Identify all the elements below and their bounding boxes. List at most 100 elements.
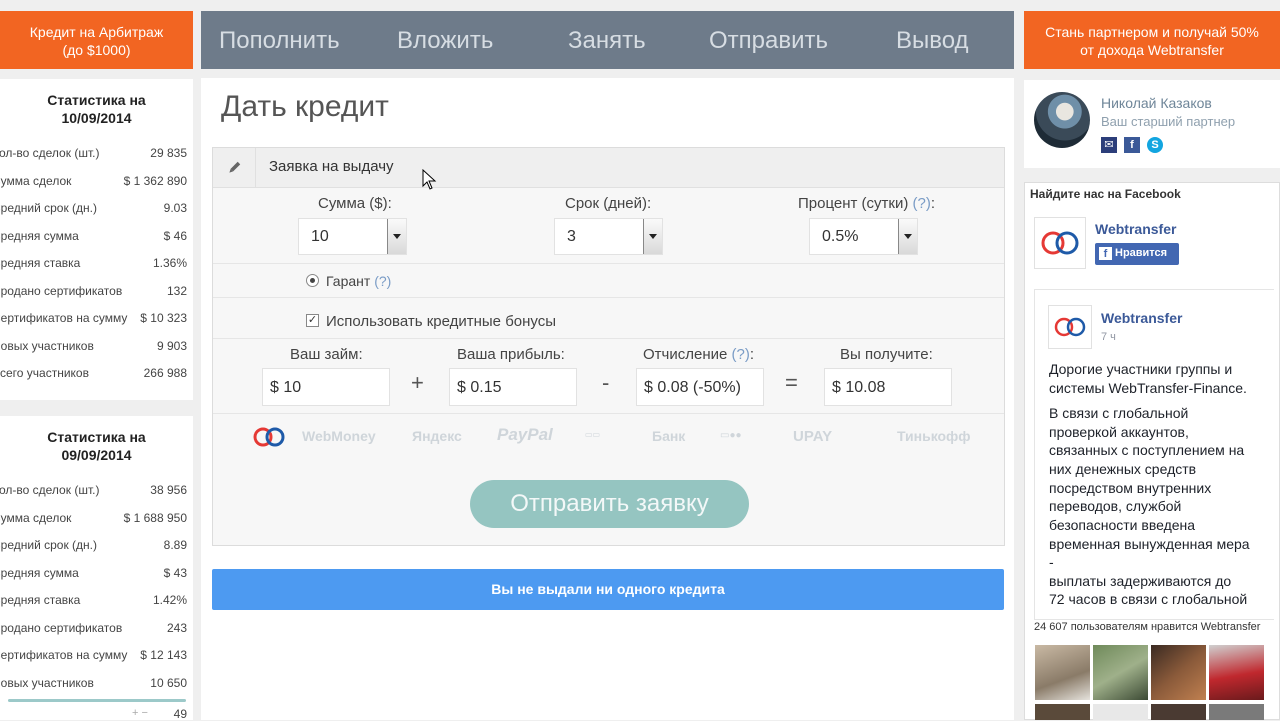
- post-text-line: Дорогие участники группы и: [1049, 361, 1233, 377]
- post-text-line: временная вынужденная мера: [1049, 536, 1250, 552]
- banner-line-2: от дохода Webtransfer: [1080, 42, 1224, 58]
- bonus-label: Использовать кредитные бонусы: [326, 313, 557, 330]
- facebook-like-button[interactable]: f Нравится: [1095, 243, 1179, 265]
- guarantee-radio[interactable]: [306, 274, 319, 287]
- yandex-icon[interactable]: Яндекс: [412, 428, 462, 444]
- deduction-help-link[interactable]: (?): [732, 346, 750, 363]
- post-time[interactable]: 7 ч: [1101, 331, 1116, 343]
- rate-help-link[interactable]: (?): [913, 195, 931, 212]
- fan-avatar[interactable]: [1093, 704, 1148, 720]
- chevron-down-icon[interactable]: [387, 219, 406, 254]
- nav-borrow[interactable]: Занять: [568, 27, 646, 55]
- chevron-down-icon[interactable]: [898, 219, 917, 254]
- bonus-checkbox[interactable]: ✓: [306, 314, 319, 327]
- stats-rows: Кол-во сделок (шт.)29 835 Сумма сделок$ …: [0, 140, 193, 388]
- guarantee-help-link[interactable]: (?): [374, 273, 391, 289]
- deduction-field[interactable]: $ 0.08 (-50%): [636, 368, 764, 406]
- scrollbar-thumb[interactable]: [8, 699, 186, 702]
- nav-deposit[interactable]: Пополнить: [219, 27, 340, 55]
- tinkoff-icon[interactable]: Тинькофф: [897, 428, 971, 444]
- stats-title: Статистика на 09/09/2014: [47, 429, 146, 463]
- rate-select[interactable]: 0.5%: [809, 218, 918, 255]
- post-text-line: переводов, службой: [1049, 498, 1182, 514]
- facebook-icon[interactable]: f: [1124, 137, 1140, 153]
- webtransfer-logo-icon[interactable]: [249, 425, 289, 449]
- form-title: Заявка на выдачу: [269, 158, 394, 175]
- fan-avatar[interactable]: [1209, 704, 1264, 720]
- stats-row: Сумма сделок$ 1 688 950: [0, 510, 187, 525]
- fan-avatar[interactable]: [1035, 645, 1090, 700]
- fan-avatar[interactable]: [1209, 645, 1264, 700]
- stats-row: Продано сертификатов 132: [0, 283, 187, 298]
- stats-title: Статистика на 10/09/2014: [47, 92, 146, 126]
- fan-avatar[interactable]: [1151, 704, 1206, 720]
- stats-row: Новых участников 10 650: [0, 675, 187, 690]
- arbitrage-credit-banner[interactable]: Кредит на Арбитраж (до $1000): [0, 11, 193, 69]
- stats-row: Средний срок (дн.) 9.03: [0, 201, 187, 215]
- stats-partial-value: 49: [173, 707, 187, 721]
- plus-sign: +: [411, 370, 424, 395]
- stats-scrollbar[interactable]: + − 49: [0, 699, 193, 721]
- receive-field[interactable]: $ 10.08: [824, 368, 952, 406]
- stats-panel-1: Статистика на 10/09/2014 Кол-во сделок (…: [0, 79, 193, 400]
- visa-mastercard-icon[interactable]: ▭●●: [720, 430, 742, 441]
- webtransfer-logo-icon: [1041, 231, 1079, 255]
- stats-rows: Кол-во сделок (шт.)38 956 Сумма сделок$ …: [0, 477, 193, 697]
- webtransfer-logo-icon: [1054, 317, 1086, 337]
- upay-icon[interactable]: UPAY: [793, 428, 832, 445]
- stats-row: Средняя сумма $ 43: [0, 565, 187, 580]
- fan-avatar[interactable]: [1093, 645, 1148, 700]
- webtransfer-logo[interactable]: [1034, 217, 1086, 269]
- partner-banner[interactable]: Стань партнером и получай 50% от дохода …: [1024, 11, 1280, 69]
- post-text-line: системы WebTransfer-Finance.: [1049, 380, 1247, 396]
- post-text-line: безопасности введена: [1049, 517, 1196, 533]
- post-text-line: проверкой аккаунтов,: [1049, 424, 1189, 440]
- chevron-down-icon[interactable]: [643, 219, 662, 254]
- paypal-icon[interactable]: PayPal: [497, 425, 553, 445]
- webmoney-icon[interactable]: WebMoney: [302, 428, 376, 444]
- deduction-label: Отчисление (?):: [643, 346, 755, 363]
- post-text-line: выплаты задерживаются до: [1049, 573, 1232, 589]
- bank-icon[interactable]: Банк: [652, 428, 685, 444]
- facebook-icon: f: [1099, 247, 1112, 260]
- mail-icon[interactable]: ✉: [1101, 137, 1117, 153]
- post-text-line: -: [1049, 554, 1054, 570]
- stats-row: Кол-во сделок (шт.) 38 956: [0, 483, 187, 497]
- minus-sign: -: [602, 370, 610, 395]
- facebook-page-name[interactable]: Webtransfer: [1095, 221, 1176, 237]
- partner-name[interactable]: Николай Казаков: [1101, 95, 1212, 111]
- stats-row: Средняя ставка 1.42%: [0, 593, 187, 607]
- loan-field[interactable]: $ 10: [262, 368, 390, 406]
- page-title: Дать кредит: [221, 90, 389, 123]
- nav-invest[interactable]: Вложить: [397, 27, 493, 55]
- facebook-likes-count: 24 607 пользователям нравится Webtransfe…: [1034, 621, 1261, 633]
- stats-row: Сертификатов на сумму $ 10 323: [0, 311, 187, 325]
- profit-label: Ваша прибыль:: [457, 346, 565, 363]
- mouse-cursor-icon: [422, 169, 437, 190]
- banner-line-1: Кредит на Арбитраж: [29, 24, 164, 40]
- profit-field[interactable]: $ 0.15: [449, 368, 577, 406]
- post-author-logo[interactable]: [1048, 305, 1092, 349]
- amount-select[interactable]: 10: [298, 218, 407, 255]
- stats-row: Новых участников 9 903: [0, 338, 187, 353]
- post-text-line: них денежных средств: [1049, 461, 1197, 477]
- skype-icon[interactable]: S: [1147, 137, 1163, 153]
- nav-send[interactable]: Отправить: [709, 27, 828, 55]
- plus-minus-icon[interactable]: + −: [132, 707, 148, 719]
- stats-row: Средняя сумма $ 46: [0, 228, 187, 243]
- post-text-line: В связи с глобальной: [1049, 405, 1189, 421]
- fan-avatar[interactable]: [1151, 645, 1206, 700]
- post-text-line: 72 часов в связи с глобальной: [1049, 591, 1248, 607]
- stats-row: Продано сертификатов 243: [0, 620, 187, 635]
- post-text-line: связанных с поступлением на: [1049, 442, 1245, 458]
- nav-withdraw[interactable]: Вывод: [896, 27, 969, 55]
- term-select[interactable]: 3: [554, 218, 663, 255]
- submit-button[interactable]: Отправить заявку: [470, 480, 749, 528]
- equals-sign: =: [785, 370, 798, 395]
- card-icon[interactable]: ▭▭: [585, 430, 600, 439]
- fan-avatar[interactable]: [1035, 704, 1090, 720]
- avatar[interactable]: [1034, 92, 1090, 148]
- amount-label: Сумма ($):: [318, 195, 392, 212]
- banner-line-2: (до $1000): [62, 42, 131, 58]
- post-author[interactable]: Webtransfer: [1101, 310, 1182, 326]
